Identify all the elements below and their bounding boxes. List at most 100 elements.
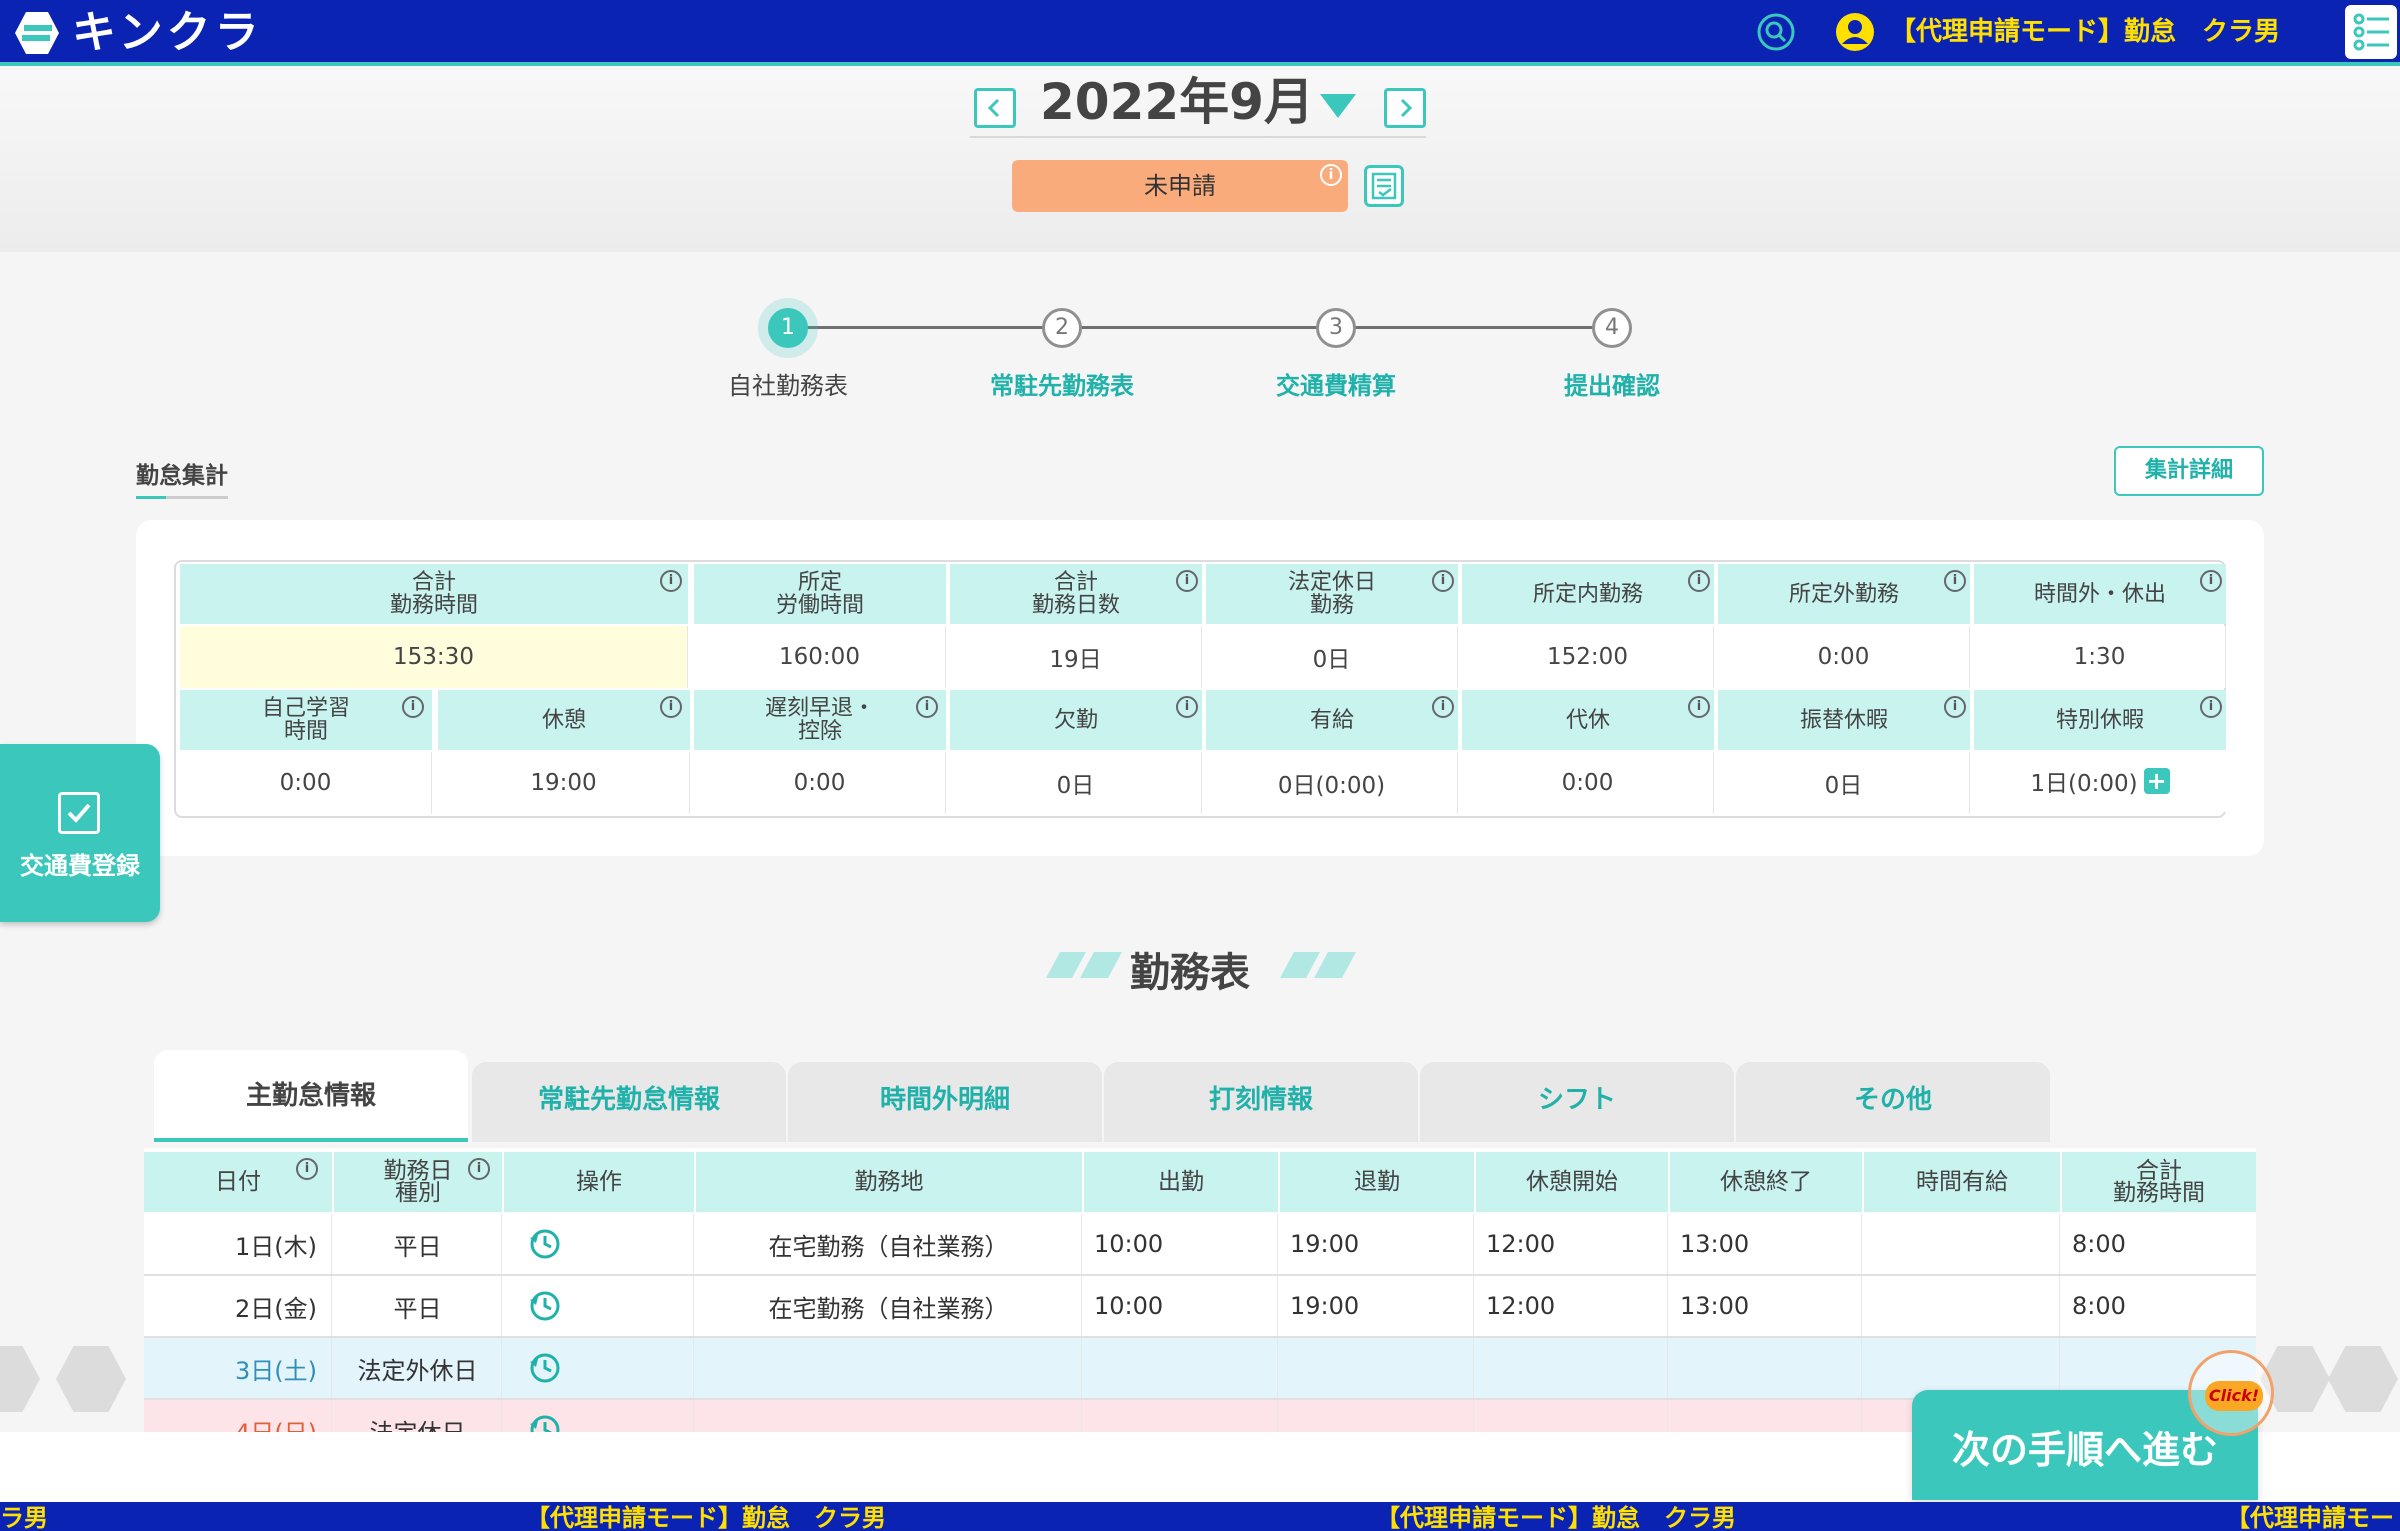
info-icon[interactable]: i — [468, 1158, 490, 1180]
row-action — [504, 1214, 694, 1274]
row-clock-in[interactable] — [1084, 1338, 1278, 1398]
decorative-hexagon — [56, 1346, 126, 1412]
row-clock-out[interactable]: 19:00 — [1280, 1214, 1474, 1274]
row-break-start[interactable]: 12:00 — [1476, 1276, 1668, 1336]
user-name: 【代理申請モード】勤怠 クラ男 — [1890, 17, 2281, 47]
tab-client-attendance[interactable]: 常駐先勤怠情報 — [472, 1062, 786, 1142]
summary-table: 合計 勤務時間 所定 労働時間 合計 勤務日数 法定休日 勤務 所定内勤務 所定… — [174, 560, 2226, 818]
info-icon[interactable]: i — [1944, 570, 1966, 592]
steps-line — [788, 326, 1612, 329]
add-special-leave-button[interactable]: + — [2143, 768, 2170, 794]
next-month-button[interactable] — [1384, 88, 1426, 128]
step-1-label[interactable]: 自社勤務表 — [678, 366, 898, 401]
summary-header-substitute-leave: 振替休暇 — [1718, 690, 1970, 750]
decoration-stripes-icon — [1046, 952, 1122, 978]
row-day-type: 平日 — [334, 1214, 502, 1274]
summary-value-self-study: 0:00 — [180, 752, 432, 814]
month-divider — [970, 136, 1426, 138]
summary-value-in-schedule: 152:00 — [1462, 626, 1714, 688]
tab-clock-info[interactable]: 打刻情報 — [1104, 1062, 1418, 1142]
step-3-circle[interactable]: 3 — [1316, 308, 1356, 348]
row-clock-in[interactable]: 10:00 — [1084, 1214, 1278, 1274]
clock-history-icon[interactable] — [528, 1289, 562, 1323]
row-date: 2日(金) — [144, 1276, 332, 1336]
click-hint-badge: Click! — [2188, 1350, 2274, 1436]
row-paid-hours[interactable] — [1864, 1214, 2060, 1274]
row-break-end[interactable]: 13:00 — [1670, 1214, 1862, 1274]
step-2-circle[interactable]: 2 — [1042, 308, 1082, 348]
row-location[interactable]: 在宅勤務（自社業務） — [696, 1276, 1082, 1336]
tab-other[interactable]: その他 — [1736, 1062, 2050, 1142]
summary-value-break: 19:00 — [438, 752, 690, 814]
column-header-location: 勤務地 — [696, 1152, 1082, 1212]
row-location[interactable] — [696, 1338, 1082, 1398]
row-action — [504, 1276, 694, 1336]
table-row[interactable]: 2日(金) 平日 在宅勤務（自社業務） 10:00 19:00 12:00 13… — [144, 1276, 2256, 1338]
column-header-clock-out: 退勤 — [1280, 1152, 1474, 1212]
tab-overtime-details[interactable]: 時間外明細 — [788, 1062, 1102, 1142]
summary-header-out-schedule: 所定外勤務 — [1718, 564, 1970, 624]
prev-month-button[interactable] — [974, 88, 1016, 128]
row-paid-hours[interactable] — [1864, 1276, 2060, 1336]
info-icon[interactable]: i — [2200, 696, 2222, 718]
summary-header-overtime: 時間外・休出 — [1974, 564, 2226, 624]
menu-button[interactable] — [2345, 5, 2397, 59]
step-4-circle[interactable]: 4 — [1592, 308, 1632, 348]
row-clock-out[interactable]: 19:00 — [1280, 1276, 1474, 1336]
info-icon[interactable]: i — [916, 696, 938, 718]
info-icon[interactable]: i — [1688, 696, 1710, 718]
row-clock-in[interactable]: 10:00 — [1084, 1276, 1278, 1336]
app-logo[interactable]: キンクラ — [14, 9, 263, 57]
clock-history-icon[interactable] — [528, 1227, 562, 1261]
summary-header-legal-holiday-work: 法定休日 勤務 — [1206, 564, 1458, 624]
row-clock-out[interactable] — [1280, 1338, 1474, 1398]
clock-history-icon[interactable] — [528, 1351, 562, 1385]
row-break-start[interactable]: 12:00 — [1476, 1214, 1668, 1274]
info-icon[interactable]: i — [660, 570, 682, 592]
status-info-icon[interactable]: i — [1320, 164, 1342, 186]
row-break-end[interactable]: 13:00 — [1670, 1276, 1862, 1336]
row-action — [504, 1338, 694, 1398]
user-icon[interactable] — [1835, 12, 1875, 52]
row-paid-hours[interactable] — [1864, 1338, 2060, 1398]
summary-header-scheduled-hours: 所定 労働時間 — [694, 564, 946, 624]
row-day-type: 平日 — [334, 1276, 502, 1336]
column-header-clock-in: 出勤 — [1084, 1152, 1278, 1212]
decorative-hexagon — [0, 1346, 40, 1412]
worksheet-title: 勤務表 — [1130, 950, 1250, 996]
info-icon[interactable]: i — [296, 1158, 318, 1180]
info-icon[interactable]: i — [2200, 570, 2222, 592]
step-3-label[interactable]: 交通費精算 — [1226, 366, 1446, 401]
info-icon[interactable]: i — [1944, 696, 1966, 718]
row-break-start[interactable] — [1476, 1338, 1668, 1398]
logo-mark-icon — [15, 12, 59, 54]
transit-registration-label: 交通費登録 — [20, 852, 140, 880]
row-location[interactable]: 在宅勤務（自社業務） — [696, 1214, 1082, 1274]
info-icon[interactable]: i — [1176, 570, 1198, 592]
summary-detail-button[interactable]: 集計詳細 — [2114, 446, 2264, 496]
step-4-label[interactable]: 提出確認 — [1502, 366, 1722, 401]
tab-main-attendance[interactable]: 主勤怠情報 — [154, 1050, 468, 1142]
row-break-end[interactable] — [1670, 1338, 1862, 1398]
summary-value-special-leave: 1日(0:00) — [2030, 771, 2138, 797]
table-row[interactable]: 1日(木) 平日 在宅勤務（自社業務） 10:00 19:00 12:00 13… — [144, 1214, 2256, 1276]
summary-header-break: 休憩 — [438, 690, 690, 750]
info-icon[interactable]: i — [660, 696, 682, 718]
transit-registration-button[interactable]: 交通費登録 — [0, 744, 160, 922]
search-icon[interactable] — [1756, 12, 1796, 52]
summary-special-leave-cell: 1日(0:00) + — [1974, 750, 2226, 812]
summary-value-late-early: 0:00 — [694, 752, 946, 814]
tab-shift[interactable]: シフト — [1420, 1062, 1734, 1142]
summary-header-late-early: 遅刻早退・ 控除 — [694, 690, 946, 750]
info-icon[interactable]: i — [1688, 570, 1710, 592]
summary-value-legal-holiday-work: 0日 — [1206, 626, 1458, 688]
info-icon[interactable]: i — [1432, 696, 1454, 718]
status-history-button[interactable] — [1364, 165, 1404, 207]
info-icon[interactable]: i — [402, 696, 424, 718]
summary-value-work-days: 19日 — [950, 626, 1202, 688]
step-2-label[interactable]: 常駐先勤務表 — [952, 366, 1172, 401]
info-icon[interactable]: i — [1176, 696, 1198, 718]
info-icon[interactable]: i — [1432, 570, 1454, 592]
step-1-circle[interactable]: 1 — [768, 308, 808, 348]
month-dropdown-icon[interactable] — [1318, 90, 1358, 120]
